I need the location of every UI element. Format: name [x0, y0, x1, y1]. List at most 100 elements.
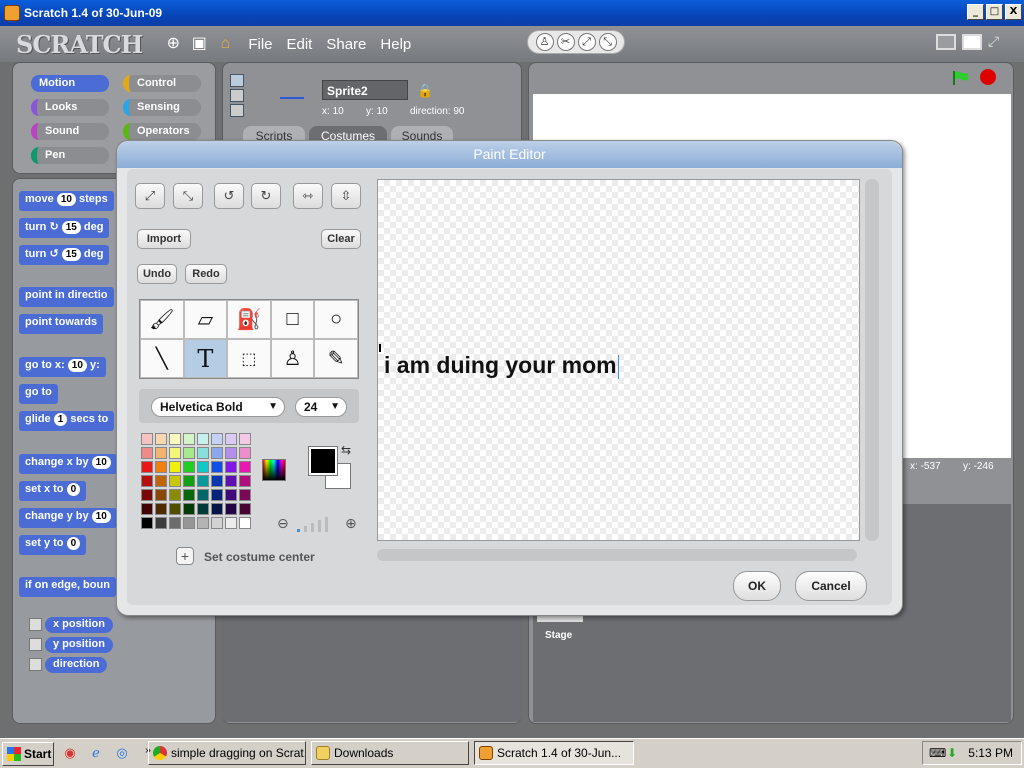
globe-icon[interactable]: ⊕: [164, 35, 182, 53]
palette-swatch[interactable]: [211, 433, 223, 445]
foreground-color-swatch[interactable]: [308, 446, 338, 476]
swap-colors-icon[interactable]: ⇆: [341, 443, 351, 457]
block-change-x[interactable]: change x by 10: [19, 454, 117, 474]
zoom-bar[interactable]: [304, 526, 307, 532]
scissors-icon[interactable]: ✂: [556, 33, 575, 51]
checkbox-direction[interactable]: [29, 658, 42, 671]
palette-swatch[interactable]: [183, 475, 195, 487]
palette-swatch[interactable]: [239, 517, 251, 529]
reporter-direction[interactable]: direction: [45, 657, 108, 673]
palette-swatch[interactable]: [141, 517, 153, 529]
reporter-x-position[interactable]: x position: [45, 617, 113, 633]
category-pen[interactable]: Pen: [31, 147, 109, 164]
palette-swatch[interactable]: [169, 433, 181, 445]
category-control[interactable]: Control: [123, 75, 201, 92]
zoom-out-icon[interactable]: ⊖: [277, 515, 289, 532]
palette-swatch[interactable]: [183, 489, 195, 501]
category-sound[interactable]: Sound: [31, 123, 109, 140]
color-spectrum[interactable]: [262, 459, 286, 481]
no-rotate-icon[interactable]: [230, 104, 244, 117]
maximize-button[interactable]: □: [986, 4, 1003, 20]
palette-swatch[interactable]: [183, 517, 195, 529]
palette-swatch[interactable]: [225, 489, 237, 501]
palette-swatch[interactable]: [239, 489, 251, 501]
block-bounce[interactable]: if on edge, boun: [19, 577, 116, 597]
palette-swatch[interactable]: [169, 517, 181, 529]
block-arg[interactable]: 1: [53, 413, 68, 426]
line-icon[interactable]: ╲: [140, 339, 184, 378]
paint-canvas[interactable]: i am duing your mom: [377, 179, 860, 541]
rotate-icon[interactable]: [230, 74, 244, 87]
save-icon[interactable]: ▣: [190, 35, 208, 53]
palette-swatch[interactable]: [155, 503, 167, 515]
palette-swatch[interactable]: [155, 489, 167, 501]
palette-swatch[interactable]: [197, 475, 209, 487]
block-turn-right[interactable]: turn ↻ 15 deg: [19, 218, 110, 238]
canvas-horizontal-scrollbar[interactable]: [377, 549, 857, 561]
shrink-icon[interactable]: ⤡: [598, 33, 617, 51]
palette-swatch[interactable]: [225, 433, 237, 445]
minimize-button[interactable]: _: [967, 4, 984, 20]
block-arg[interactable]: 0: [66, 483, 81, 496]
block-move[interactable]: move 10 steps: [19, 191, 114, 211]
font-size-select[interactable]: 24 ▼: [295, 397, 347, 417]
font-select[interactable]: Helvetica Bold ▼: [151, 397, 285, 417]
left-right-icon[interactable]: [230, 89, 244, 102]
palette-swatch[interactable]: [169, 461, 181, 473]
block-glide[interactable]: glide 1 secs to: [19, 411, 115, 431]
ok-button[interactable]: OK: [733, 571, 781, 601]
menu-file[interactable]: File: [248, 36, 272, 53]
zoom-in-icon[interactable]: ⊕: [345, 515, 357, 532]
zoom-bar[interactable]: [325, 517, 328, 532]
menu-edit[interactable]: Edit: [287, 36, 313, 53]
block-set-x[interactable]: set x to 0: [19, 481, 87, 501]
palette-swatch[interactable]: [155, 433, 167, 445]
palette-swatch[interactable]: [197, 489, 209, 501]
small-stage-icon[interactable]: [936, 34, 956, 50]
rotate-cw-icon[interactable]: ↻: [251, 183, 281, 209]
palette-swatch[interactable]: [197, 461, 209, 473]
canvas-text-input[interactable]: i am duing your mom: [384, 352, 619, 379]
text-icon[interactable]: T: [183, 339, 228, 378]
sprite-name-field[interactable]: Sprite2: [322, 80, 408, 100]
palette-swatch[interactable]: [239, 461, 251, 473]
palette-swatch[interactable]: [155, 447, 167, 459]
clock[interactable]: 5:13 PM: [968, 746, 1013, 760]
keyboard-icon[interactable]: ⌨: [929, 746, 946, 760]
block-arg[interactable]: 10: [56, 193, 76, 206]
palette-swatch[interactable]: [197, 447, 209, 459]
palette-swatch[interactable]: [225, 447, 237, 459]
block-set-y[interactable]: set y to 0: [19, 535, 87, 555]
paintbrush-icon[interactable]: 🖌: [140, 300, 184, 339]
green-flag-icon[interactable]: [952, 70, 970, 86]
block-point-direction[interactable]: point in directio: [19, 287, 114, 307]
palette-swatch[interactable]: [211, 503, 223, 515]
eraser-icon[interactable]: ▱: [183, 300, 228, 339]
update-icon[interactable]: ⬇: [947, 746, 957, 760]
redo-button[interactable]: Redo: [185, 264, 227, 284]
palette-swatch[interactable]: [211, 461, 223, 473]
checkbox-x-position[interactable]: [29, 618, 42, 631]
block-turn-left[interactable]: turn ↺ 15 deg: [19, 245, 110, 265]
palette-swatch[interactable]: [183, 433, 195, 445]
presentation-mode-icon[interactable]: ⤢: [988, 34, 1008, 50]
fill-bucket-icon[interactable]: ⛽: [227, 300, 271, 339]
flip-horizontal-icon[interactable]: ⇿: [293, 183, 323, 209]
palette-swatch[interactable]: [155, 475, 167, 487]
lock-icon[interactable]: 🔒: [417, 83, 433, 99]
block-change-y[interactable]: change y by 10: [19, 508, 117, 528]
ie-icon[interactable]: ℯ: [86, 745, 106, 763]
rotate-ccw-icon[interactable]: ↺: [214, 183, 244, 209]
palette-swatch[interactable]: [169, 503, 181, 515]
palette-swatch[interactable]: [211, 447, 223, 459]
block-arg[interactable]: 15: [61, 248, 81, 261]
paint-editor-title[interactable]: Paint Editor: [117, 141, 902, 168]
start-button[interactable]: Start: [2, 741, 54, 766]
block-arg[interactable]: 15: [61, 221, 81, 234]
flip-vertical-icon[interactable]: ⇳: [331, 183, 361, 209]
block-arg[interactable]: 10: [67, 359, 87, 372]
taskbar-item-downloads[interactable]: Downloads: [311, 741, 469, 765]
category-operators[interactable]: Operators: [123, 123, 201, 140]
palette-swatch[interactable]: [169, 489, 181, 501]
grow-icon[interactable]: ⤢: [135, 183, 165, 209]
